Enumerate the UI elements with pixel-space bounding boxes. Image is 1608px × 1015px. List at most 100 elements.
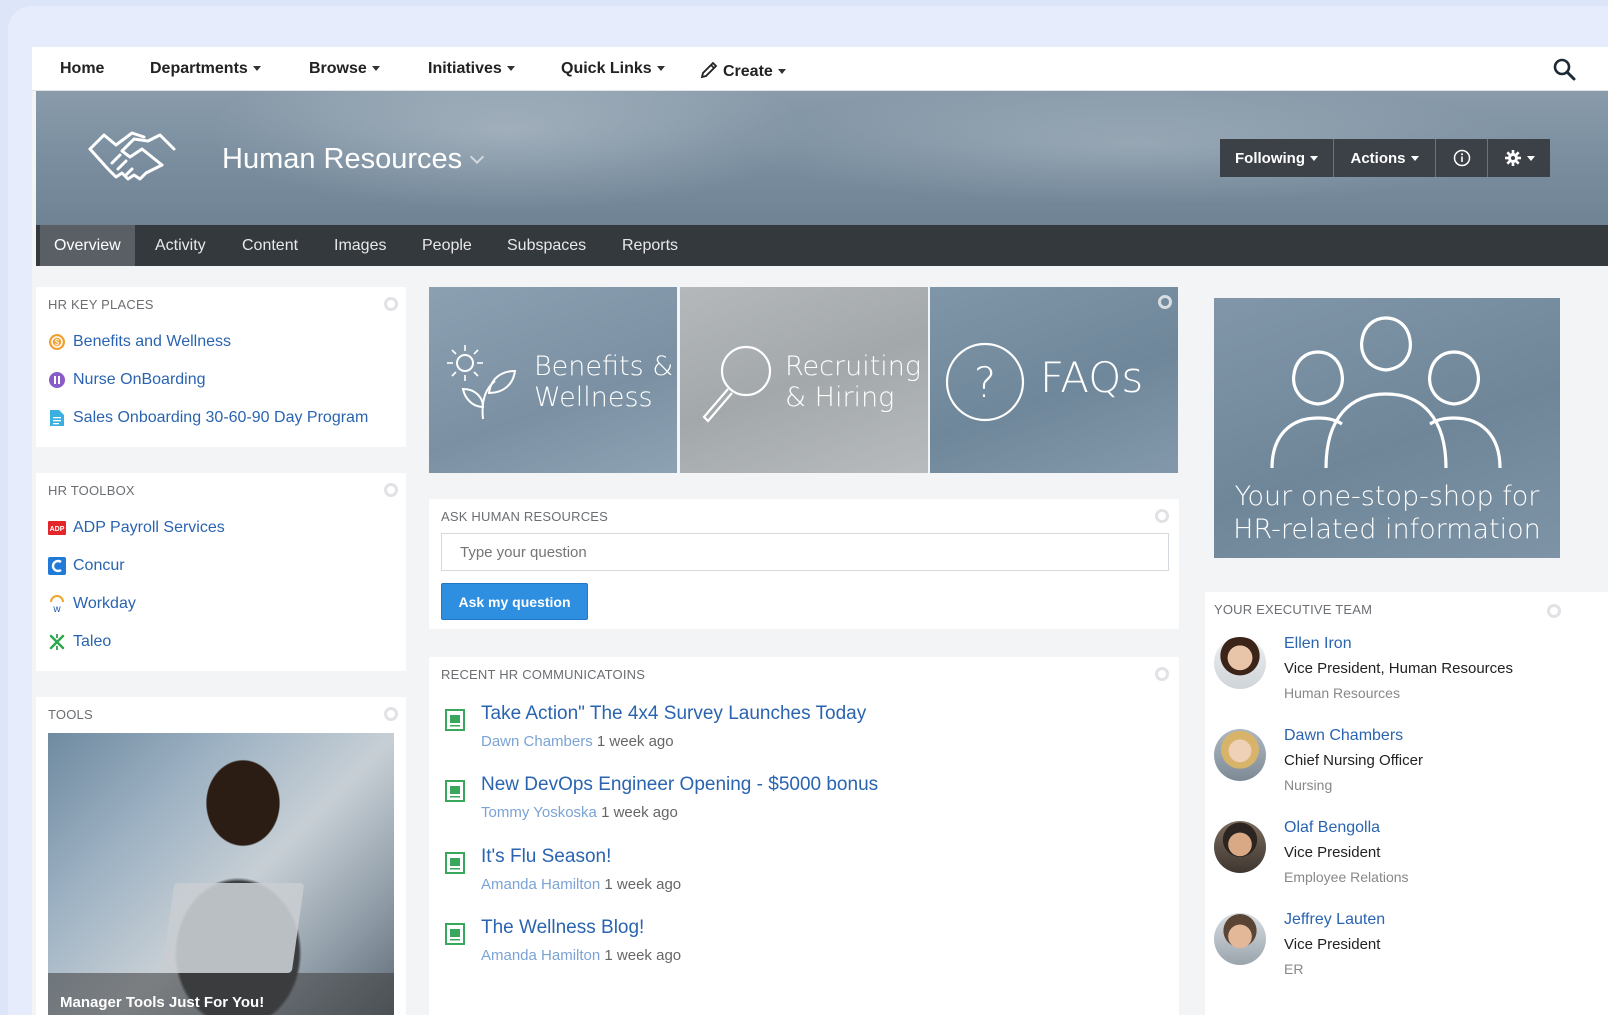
author-link[interactable]: Amanda Hamilton [481,947,600,964]
exec-department: Employee Relations [1284,869,1409,885]
communication-meta: Dawn Chambers 1 week ago [481,733,674,750]
ask-question-button[interactable]: Ask my question [441,583,588,620]
caret-down-icon [371,66,380,72]
exec-name[interactable]: Jeffrey Lauten [1284,911,1385,929]
widget-settings-icon[interactable] [384,707,398,721]
hr-info-promo[interactable]: Your one-stop-shop for HR-related informa… [1214,298,1560,558]
caret-down-icon [506,66,515,72]
nav-create[interactable]: Create [699,60,786,81]
image-document-icon [445,923,465,945]
info-button[interactable] [1436,139,1488,177]
timestamp: 1 week ago [596,733,674,750]
communication-meta: Amanda Hamilton 1 week ago [481,876,681,893]
search-icon[interactable] [1552,57,1576,81]
exec-department: Human Resources [1284,685,1400,701]
chevron-down-icon [470,149,485,165]
widget-settings-icon[interactable] [384,297,398,311]
svg-text:?: ? [974,358,996,407]
nav-initiatives[interactable]: Initiatives [428,60,515,78]
svg-text:w: w [52,604,61,613]
adp-icon: ADP [48,519,66,537]
benefits-icon: $ [48,333,66,351]
benefits-wellness-tile[interactable]: Benefits & Wellness [429,287,677,473]
author-link[interactable]: Amanda Hamilton [481,876,600,893]
svg-text:ADP: ADP [50,526,65,533]
timestamp: 1 week ago [601,804,678,821]
settings-button[interactable] [1488,139,1550,177]
toolbox-link[interactable]: w Workday [48,595,136,613]
communication-meta: Amanda Hamilton 1 week ago [481,947,681,964]
avatar[interactable] [1214,637,1266,689]
key-place-link[interactable]: Sales Onboarding 30-60-90 Day Program [48,409,368,427]
exec-name[interactable]: Olaf Bengolla [1284,819,1380,837]
caret-down-icon [1309,155,1318,161]
gear-icon [1504,150,1521,166]
exec-name[interactable]: Ellen Iron [1284,635,1352,653]
widget-settings-icon[interactable] [1158,295,1172,309]
tools-caption: Manager Tools Just For You! [60,994,265,1011]
avatar[interactable] [1214,729,1266,781]
caret-down-icon [252,66,261,72]
widget-title: YOUR EXECUTIVE TEAM [1214,602,1373,617]
promo-text: Your one-stop-shop for HR-related informa… [1233,481,1541,545]
author-link[interactable]: Tommy Yoskoska [481,804,597,821]
communication-title[interactable]: It's Flu Season! [481,846,611,868]
space-banner: Human Resources Following Actions [36,91,1608,225]
widget-settings-icon[interactable] [1155,509,1169,523]
magnifier-icon [702,345,772,423]
recruiting-hiring-tile[interactable]: Recruiting & Hiring [680,287,928,473]
author-link[interactable]: Dawn Chambers [481,733,593,750]
nav-departments[interactable]: Departments [150,60,261,78]
widget-title: ASK HUMAN RESOURCES [441,509,609,524]
space-tabs: Overview Activity Content Images People … [36,225,1608,266]
exec-name[interactable]: Dawn Chambers [1284,727,1403,745]
tab-activity[interactable]: Activity [141,225,220,266]
exec-title: Vice President [1284,844,1381,861]
toolbox-link[interactable]: Concur [48,557,125,575]
toolbox-link[interactable]: ADP ADP Payroll Services [48,519,225,537]
tile-label: Benefits & Wellness [534,351,674,413]
toolbox-link[interactable]: Taleo [48,633,111,651]
communication-title[interactable]: Take Action" The 4x4 Survey Launches Tod… [481,703,866,725]
faqs-tile[interactable]: ? FAQs [930,287,1178,473]
nav-browse[interactable]: Browse [309,60,380,78]
manager-tools-image[interactable]: Manager Tools Just For You! [48,733,394,1015]
exec-title: Vice President [1284,936,1381,953]
following-button[interactable]: Following [1220,139,1334,177]
workday-icon: w [48,595,66,613]
communication-title[interactable]: The Wellness Blog! [481,917,644,939]
nurse-icon [48,371,66,389]
flower-icon [447,345,517,420]
widget-title: RECENT HR COMMUNICATOINS [441,667,646,682]
tab-reports[interactable]: Reports [608,225,692,266]
page-title[interactable]: Human Resources [222,143,485,176]
caret-down-icon [777,69,786,75]
tab-overview[interactable]: Overview [40,225,135,266]
communication-title[interactable]: New DevOps Engineer Opening - $5000 bonu… [481,774,878,796]
top-nav: Home Departments Browse Initiatives Quic… [32,47,1608,91]
widget-settings-icon[interactable] [1155,667,1169,681]
caret-down-icon [656,66,665,72]
tab-subspaces[interactable]: Subspaces [493,225,600,266]
widget-settings-icon[interactable] [1547,604,1561,618]
exec-title: Vice President, Human Resources [1284,660,1513,677]
nav-quick-links[interactable]: Quick Links [561,60,665,78]
tools-widget: TOOLS Manager Tools Just For You! [36,697,406,1015]
actions-button[interactable]: Actions [1334,139,1436,177]
tab-people[interactable]: People [408,225,486,266]
widget-settings-icon[interactable] [384,483,398,497]
question-input[interactable] [441,533,1169,571]
tab-images[interactable]: Images [320,225,400,266]
key-place-link[interactable]: Nurse OnBoarding [48,371,206,389]
exec-department: Nursing [1284,777,1333,793]
question-icon: ? [945,342,1025,422]
image-document-icon [445,709,465,731]
exec-team-widget: YOUR EXECUTIVE TEAM [1205,592,1608,1015]
key-place-link[interactable]: $ Benefits and Wellness [48,333,231,351]
exec-title: Chief Nursing Officer [1284,752,1423,769]
nav-home[interactable]: Home [60,60,104,78]
avatar[interactable] [1214,913,1266,965]
avatar[interactable] [1214,821,1266,873]
concur-icon [48,557,66,575]
tab-content[interactable]: Content [228,225,312,266]
